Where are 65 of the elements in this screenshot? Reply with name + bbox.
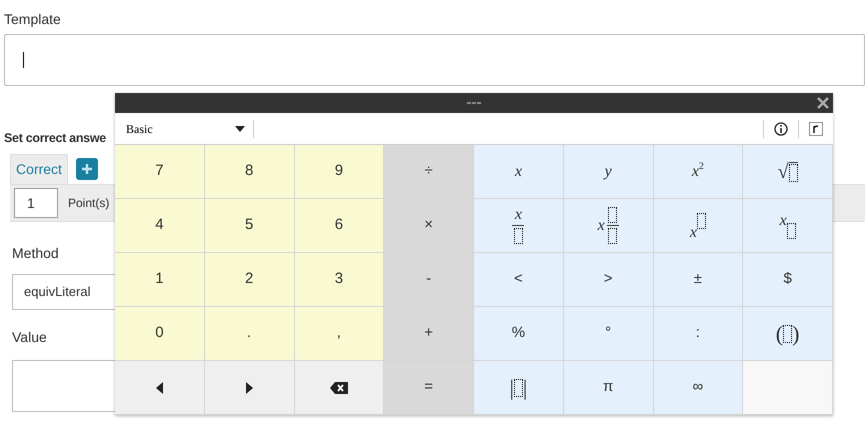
keyboard-key[interactable]: ÷ <box>384 145 474 199</box>
keyboard-key[interactable]: , <box>294 307 384 361</box>
keyboard-key[interactable]: 0 <box>115 307 205 361</box>
left-arrow-icon <box>156 382 163 394</box>
keyboard-key[interactable]: × <box>384 199 474 253</box>
keyboard-key[interactable] <box>294 361 384 415</box>
keyboard-key[interactable]: x <box>743 199 833 253</box>
mode-label: Basic <box>126 120 153 138</box>
raw-mode-icon[interactable] <box>809 122 823 136</box>
keyboard-key[interactable]: + <box>384 307 474 361</box>
points-label: Point(s) <box>68 195 110 212</box>
keyboard-key[interactable]: ∞ <box>654 361 744 415</box>
placeholder-icon <box>608 207 618 223</box>
keyboard-key[interactable]: 2 <box>204 253 294 307</box>
keyboard-key[interactable]: x <box>474 145 564 199</box>
keyboard-key[interactable]: ± <box>654 253 744 307</box>
keyboard-key[interactable]: 1 <box>115 253 205 307</box>
keyboard-key[interactable]: y <box>564 145 654 199</box>
keyboard-key[interactable]: x <box>474 199 564 253</box>
keyboard-key[interactable]: > <box>564 253 654 307</box>
keyboard-key[interactable]: √ <box>743 145 833 199</box>
backspace-icon <box>330 382 348 394</box>
keyboard-key[interactable]: 5 <box>204 199 294 253</box>
plus-icon <box>82 164 92 174</box>
keyboard-key[interactable]: . <box>204 307 294 361</box>
placeholder-icon <box>783 324 792 342</box>
keyboard-key[interactable]: x$^{2}$ <box>654 145 744 199</box>
keyboard-key[interactable]: x <box>654 199 744 253</box>
placeholder-icon <box>786 222 796 238</box>
keyboard-key[interactable]: : <box>654 307 744 361</box>
placeholder-icon <box>696 213 706 229</box>
placeholder-icon <box>608 228 618 244</box>
template-field[interactable] <box>4 34 865 86</box>
keyboard-key[interactable]: | | <box>474 361 564 415</box>
field-label: Value <box>12 329 47 345</box>
placeholder-icon <box>788 164 798 182</box>
caret-icon <box>235 126 245 132</box>
keyboard-key[interactable]: - <box>384 253 474 307</box>
keyboard-key[interactable]: = <box>384 361 474 415</box>
placeholder-icon <box>514 228 523 244</box>
right-arrow-icon <box>246 382 253 394</box>
close-icon[interactable] <box>817 97 829 109</box>
mode-dropdown[interactable]: Basic <box>115 118 253 138</box>
field-label: Template <box>4 11 61 27</box>
keyboard-key[interactable]: ( ) <box>743 307 833 361</box>
keyboard-key[interactable]: 4 <box>115 199 205 253</box>
keyboard-key[interactable]: 3 <box>294 253 384 307</box>
keyboard-key[interactable]: 8 <box>204 145 294 199</box>
keyboard-key[interactable]: % <box>474 307 564 361</box>
points-field[interactable]: 1 <box>14 188 58 218</box>
keyboard-key[interactable]: 6 <box>294 199 384 253</box>
keyboard-key[interactable]: π <box>564 361 654 415</box>
keyboard-key[interactable]: x <box>564 199 654 253</box>
info-icon[interactable] <box>774 122 788 136</box>
keyboard-key[interactable]: ° <box>564 307 654 361</box>
add-button[interactable] <box>76 158 98 180</box>
answer-tab[interactable]: Correct <box>10 154 68 184</box>
keyboard-key[interactable]: 9 <box>294 145 384 199</box>
keyboard-key[interactable]: 7 <box>115 145 205 199</box>
section-heading: Set correct answe <box>4 130 106 148</box>
placeholder-icon <box>514 378 523 396</box>
keyboard-key[interactable]: < <box>474 253 564 307</box>
field-label: Method <box>12 245 59 261</box>
drag-handle-icon[interactable] <box>467 101 481 105</box>
keyboard-key[interactable]: $ <box>743 253 833 307</box>
